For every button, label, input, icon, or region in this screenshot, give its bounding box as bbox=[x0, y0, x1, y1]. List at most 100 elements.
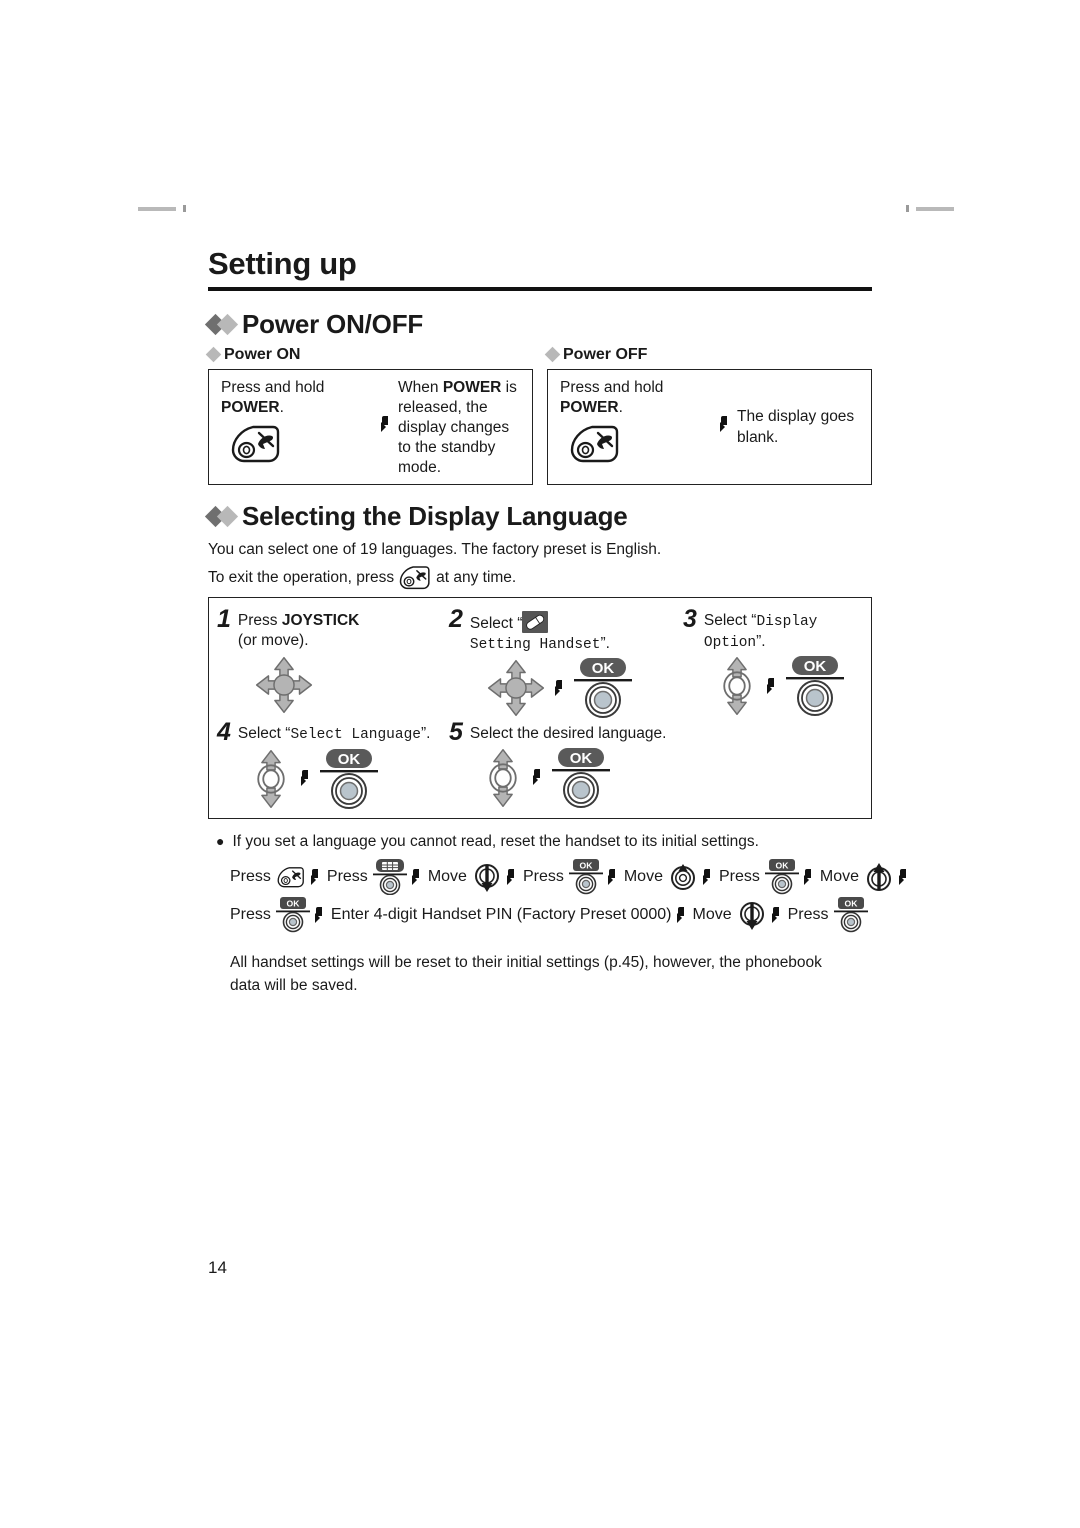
section-heading-language-label: Selecting the Display Language bbox=[242, 500, 628, 531]
step-4-text-post: ”. bbox=[421, 725, 431, 743]
step-1: 1 Press JOYSTICK (or move). bbox=[209, 604, 441, 718]
sub-heading-power-on-label: Power ON bbox=[224, 345, 301, 363]
page-number: 14 bbox=[208, 1258, 227, 1277]
keyseq-10-label: Press bbox=[787, 906, 829, 924]
nav-up-icon bbox=[864, 862, 894, 892]
step-3-head: 3 Select “Display Option”. bbox=[683, 604, 865, 653]
keyseq-6-label: Press bbox=[718, 868, 760, 886]
step-3: 3 Select “Display Option”. bbox=[675, 604, 871, 718]
step-5-number: 5 bbox=[449, 718, 463, 747]
arrow-right-icon bbox=[310, 868, 322, 886]
step-3-text: Select “Display Option”. bbox=[704, 608, 865, 653]
step-1-text-line2: (or move). bbox=[237, 632, 309, 650]
step-3-text-pre: Select “ bbox=[703, 611, 757, 629]
power-key-icon bbox=[229, 424, 381, 465]
reset-note-text: If you set a language you cannot read, r… bbox=[232, 832, 759, 850]
step-5-icons bbox=[481, 746, 669, 810]
step-1-text-pre: Press bbox=[237, 611, 282, 629]
nav-updown-icon bbox=[668, 862, 698, 892]
joystick-updown-icon bbox=[249, 748, 293, 810]
keyseq-4-label: Press bbox=[522, 868, 564, 886]
arrow-right-icon bbox=[607, 868, 619, 886]
step-2-text-post: ”. bbox=[600, 635, 610, 653]
step-2-head: 2 Select “ Setting Handset”. bbox=[449, 604, 669, 656]
language-steps-box: 1 Press JOYSTICK (or move). 2 Select “ Set… bbox=[208, 596, 872, 819]
power-on-key-label: POWER bbox=[221, 398, 280, 416]
reset-note: ● If you set a language you cannot read,… bbox=[208, 831, 872, 853]
step-3-icons bbox=[715, 654, 865, 718]
step-2-text: Select “ Setting Handset”. bbox=[470, 608, 610, 656]
power-off-result: The display goes blank. bbox=[737, 408, 855, 446]
step-empty-slot bbox=[675, 717, 871, 807]
sub-heading-power-on: Power ON bbox=[205, 345, 533, 364]
step-2-icons bbox=[485, 657, 669, 719]
section-heading-language: Selecting the Display Language bbox=[204, 500, 872, 532]
crop-mark-dot-right bbox=[906, 205, 909, 212]
steps-row-bottom: 4 Select “Select Language”. 5 Select the… bbox=[209, 717, 871, 810]
step-5: 5 Select the desired language. bbox=[441, 717, 675, 810]
keyseq-2-label: Press bbox=[326, 868, 368, 886]
step-4: 4 Select “Select Language”. bbox=[209, 717, 441, 810]
joystick-updown-icon bbox=[481, 747, 525, 809]
step-1-icons bbox=[253, 656, 435, 714]
joystick-updown-icon bbox=[715, 655, 759, 717]
power-on-instruction-line1: Press and hold bbox=[221, 378, 325, 396]
diamond-light-icon bbox=[216, 313, 239, 335]
step-5-head: 5 Select the desired language. bbox=[449, 718, 669, 747]
crop-mark-top-right bbox=[916, 207, 954, 211]
power-on-left: Press and hold POWER. bbox=[221, 378, 381, 478]
step-4-number: 4 bbox=[217, 718, 231, 747]
step-2: 2 Select “ Setting Handset”. bbox=[441, 604, 675, 719]
keyseq-8-label: Press bbox=[230, 906, 271, 924]
diamond-light-icon bbox=[216, 505, 239, 527]
ok-key-icon bbox=[764, 859, 799, 895]
power-off-box: Press and hold POWER. The display goes b… bbox=[547, 368, 872, 485]
step-1-number: 1 bbox=[217, 604, 231, 633]
nav-down-icon bbox=[737, 899, 767, 932]
ok-button-icon bbox=[786, 654, 844, 718]
bullet-icon: ● bbox=[216, 832, 225, 849]
keyseq-9-label: Move bbox=[692, 906, 732, 924]
ok-key-icon bbox=[568, 859, 603, 895]
step-1-head: 1 Press JOYSTICK (or move). bbox=[217, 604, 435, 652]
keyseq-pin-label: Enter 4-digit Handset PIN (Factory Prese… bbox=[330, 906, 672, 924]
step-5-text: Select the desired language. bbox=[469, 725, 667, 743]
step-4-head: 4 Select “Select Language”. bbox=[217, 718, 435, 747]
joystick-4way-icon bbox=[485, 657, 547, 719]
power-key-icon bbox=[398, 565, 432, 591]
ok-button-icon bbox=[552, 746, 610, 810]
keyseq-7-label: Move bbox=[819, 868, 859, 886]
power-on-box: Press and hold POWER. When POWER is rele… bbox=[208, 368, 533, 485]
step-4-menu-name: Select Language bbox=[290, 727, 421, 744]
section-heading-power: Power ON/OFF bbox=[204, 309, 872, 340]
arrow-right-icon bbox=[803, 868, 815, 886]
arrow-right-icon bbox=[381, 415, 392, 439]
page-title: Setting up bbox=[208, 246, 357, 281]
arrow-right-icon bbox=[720, 415, 731, 439]
arrow-right-icon bbox=[533, 769, 544, 786]
title-divider bbox=[208, 286, 872, 291]
step-4-text-pre: Select “ bbox=[237, 725, 291, 743]
power-on-result-pre: When bbox=[398, 378, 443, 396]
reset-closing-text: All handset settings will be reset to th… bbox=[230, 954, 822, 994]
reset-key-sequence: Press Press Move Press Move Press Move P… bbox=[208, 858, 906, 934]
crop-mark-dot-left bbox=[183, 205, 186, 212]
step-3-number: 3 bbox=[683, 604, 697, 633]
diamond-small-icon bbox=[205, 346, 222, 363]
diamond-small-icon bbox=[544, 346, 561, 363]
crop-mark-top-left bbox=[138, 207, 176, 211]
power-off-instruction-line2: POWER. bbox=[560, 398, 720, 418]
step-3-text-post: ”. bbox=[756, 632, 766, 650]
arrow-right-icon bbox=[771, 906, 783, 924]
step-2-number: 2 bbox=[449, 604, 463, 633]
ok-key-icon bbox=[833, 897, 868, 933]
language-exit-post: at any time. bbox=[436, 569, 517, 587]
power-off-key-label: POWER bbox=[560, 398, 619, 416]
step-4-text: Select “Select Language”. bbox=[238, 721, 431, 745]
nav-down-icon bbox=[472, 861, 502, 894]
keyseq-3-label: Move bbox=[427, 868, 467, 886]
arrow-right-icon bbox=[411, 868, 423, 886]
arrow-right-icon bbox=[555, 679, 566, 697]
arrow-right-icon bbox=[314, 906, 326, 924]
power-section: Power ON Press and hold POWER. When POWE… bbox=[205, 345, 872, 485]
